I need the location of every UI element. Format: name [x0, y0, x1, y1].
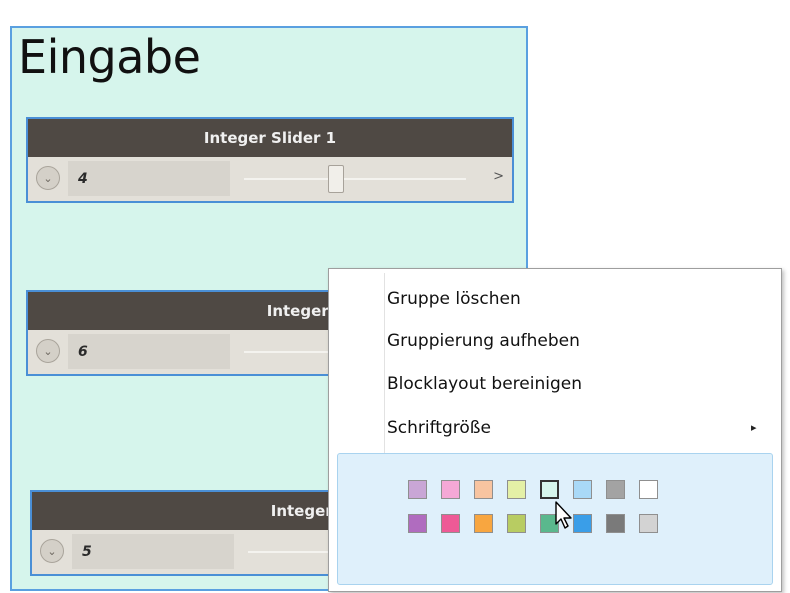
group-title[interactable]: Eingabe: [18, 30, 201, 84]
menu-item-cleanup-layout[interactable]: Blocklayout bereinigen: [387, 374, 582, 394]
chevron-right-icon[interactable]: >: [493, 169, 504, 184]
chevron-down-icon[interactable]: ⌄: [36, 166, 60, 190]
slider-value-field[interactable]: 6: [68, 334, 230, 369]
color-swatch[interactable]: [573, 480, 592, 499]
slider-thumb[interactable]: [328, 165, 344, 193]
color-palette: [337, 453, 773, 585]
color-swatch[interactable]: [474, 514, 493, 533]
menu-item-ungroup[interactable]: Gruppierung aufheben: [387, 331, 580, 351]
menu-item-delete-group[interactable]: Gruppe löschen: [387, 289, 521, 309]
color-swatch[interactable]: [441, 480, 460, 499]
slider-value-field[interactable]: 4: [68, 161, 230, 196]
menu-icon-column-divider: [384, 273, 385, 457]
color-swatch[interactable]: [606, 480, 625, 499]
context-menu: Gruppe löschen Gruppierung aufheben Bloc…: [328, 268, 782, 592]
integer-slider-node-1[interactable]: Integer Slider 1 ⌄ 4 >: [26, 117, 514, 203]
slider-value-field[interactable]: 5: [72, 534, 234, 569]
menu-item-font-size[interactable]: Schriftgröße: [387, 418, 491, 438]
mouse-cursor-icon: [555, 501, 572, 529]
color-swatch[interactable]: [540, 480, 559, 499]
color-swatch[interactable]: [507, 514, 526, 533]
color-swatch[interactable]: [408, 514, 427, 533]
slider-track[interactable]: [244, 178, 466, 180]
color-swatch[interactable]: [441, 514, 460, 533]
color-swatch[interactable]: [606, 514, 625, 533]
chevron-down-icon[interactable]: ⌄: [40, 539, 64, 563]
node-header[interactable]: Integer Slider 1: [28, 119, 512, 157]
color-swatch[interactable]: [408, 480, 427, 499]
color-swatch[interactable]: [507, 480, 526, 499]
color-swatch[interactable]: [639, 480, 658, 499]
chevron-down-icon[interactable]: ⌄: [36, 339, 60, 363]
color-swatch[interactable]: [474, 480, 493, 499]
node-body: ⌄ 4 >: [28, 157, 512, 201]
color-swatch[interactable]: [639, 514, 658, 533]
submenu-arrow-icon: ▸: [751, 421, 757, 434]
